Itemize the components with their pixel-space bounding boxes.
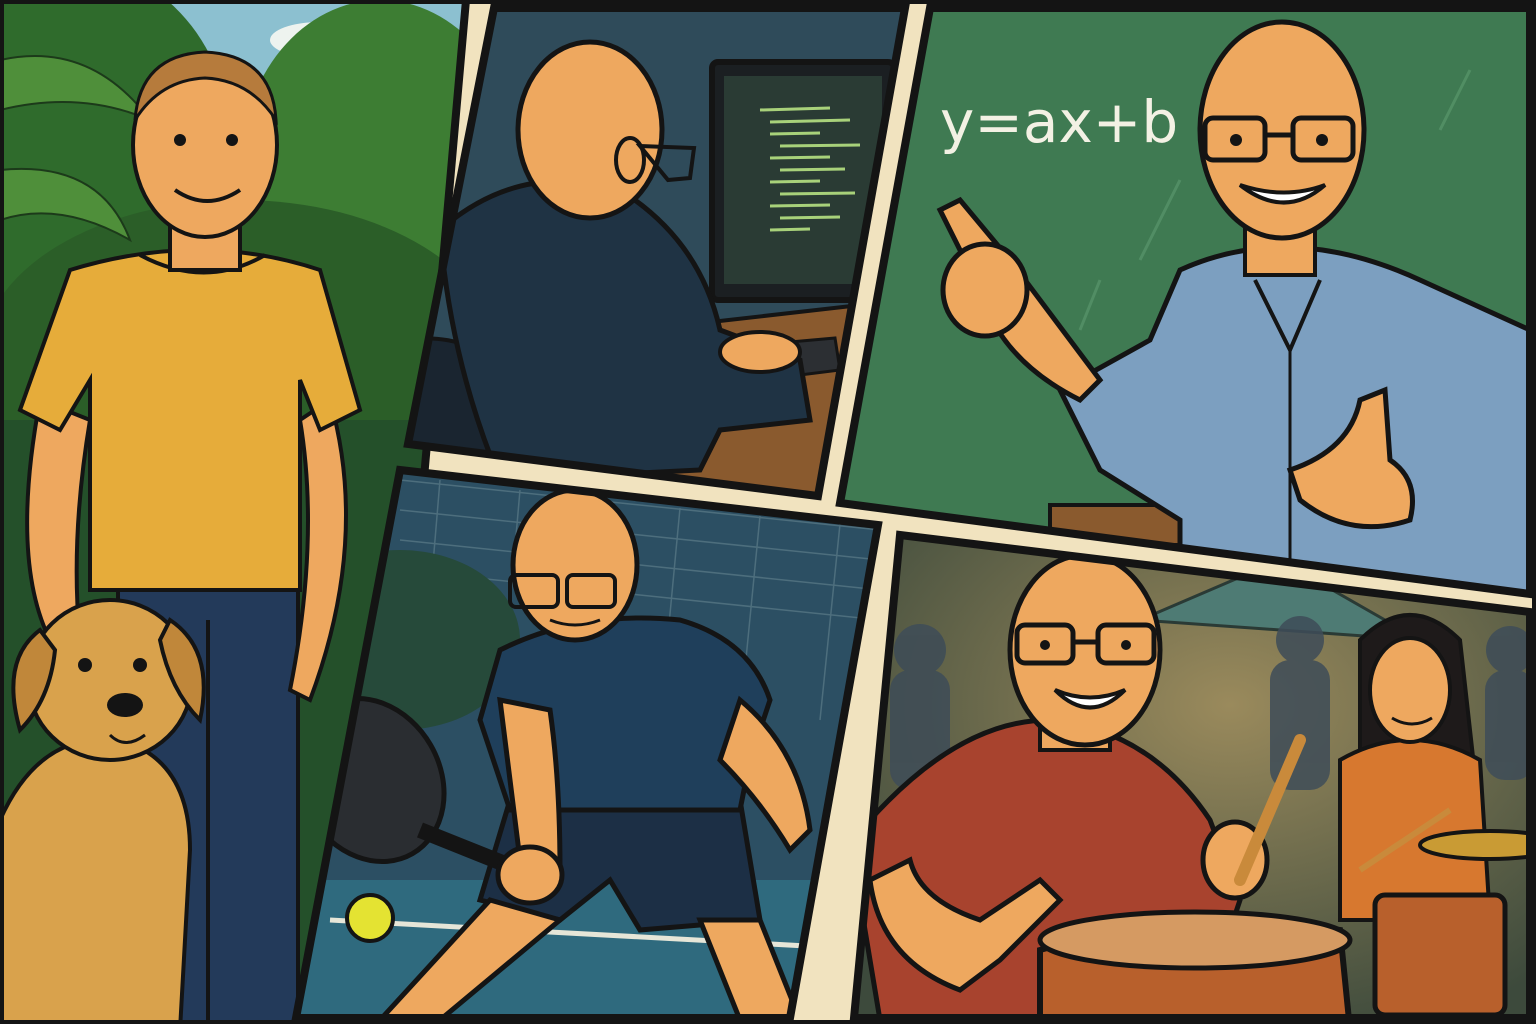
face <box>1368 636 1452 744</box>
dog-nose <box>107 693 143 717</box>
typing-hand <box>718 330 802 374</box>
dog-body <box>0 737 193 1024</box>
pointing-hand <box>940 241 1030 339</box>
padel-ball <box>345 893 395 943</box>
cymbal <box>1418 829 1530 861</box>
eye <box>174 134 186 146</box>
bald-head <box>1197 19 1367 241</box>
chalkboard-equation: y=ax+b <box>940 88 1178 156</box>
bald-head <box>510 487 640 643</box>
panel-teaching: y=ax+b <box>840 8 1530 594</box>
hand <box>495 844 565 906</box>
eye <box>226 134 238 146</box>
bald-head <box>1007 552 1163 748</box>
snare-drum <box>1372 892 1508 1018</box>
comic-page: y=ax+b <box>0 0 1536 1024</box>
bald-head <box>515 39 665 221</box>
